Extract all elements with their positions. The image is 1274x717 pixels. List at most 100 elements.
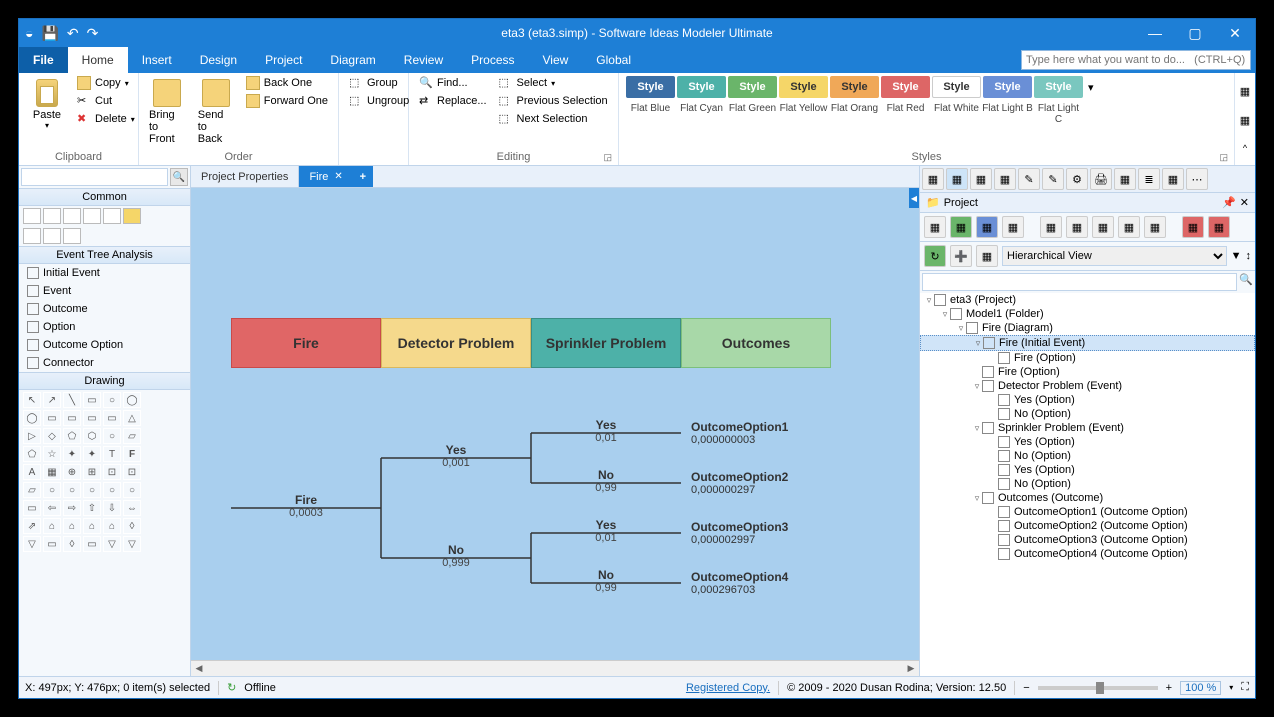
menu-project[interactable]: Project — [251, 47, 316, 73]
tool-grid[interactable] — [63, 228, 81, 244]
find-button[interactable]: 🔍Find... — [415, 75, 491, 91]
tool-table[interactable] — [43, 228, 61, 244]
panel-close-icon[interactable]: ✕ — [1240, 196, 1249, 209]
tool-icon[interactable]: ▦ — [976, 245, 998, 267]
ptb-icon[interactable]: ▦ — [1208, 216, 1230, 238]
style-flat-blue[interactable]: Style — [626, 76, 675, 98]
rtb-icon[interactable]: ▦ — [994, 168, 1016, 190]
tree-node[interactable]: OutcomeOption4 (Outcome Option) — [920, 547, 1255, 561]
tree-node[interactable]: No (Option) — [920, 477, 1255, 491]
style-flat-white[interactable]: Style — [932, 76, 981, 98]
close-tab-icon[interactable]: ✕ — [334, 171, 342, 182]
new-tab-button[interactable]: + — [353, 166, 373, 187]
rtb-icon[interactable]: 🖨 — [1090, 168, 1112, 190]
ptb-icon[interactable]: ▦ — [1066, 216, 1088, 238]
tree-node[interactable]: ▿Fire (Diagram) — [920, 321, 1255, 335]
rtb-icon[interactable]: ▦ — [946, 168, 968, 190]
eta-tool-item[interactable]: Connector — [19, 354, 190, 372]
tree-node[interactable]: ▿Detector Problem (Event) — [920, 379, 1255, 393]
cut-button[interactable]: ✂Cut — [73, 93, 139, 109]
search-icon[interactable]: 🔍 — [1239, 273, 1253, 291]
tree-node[interactable]: ▿Model1 (Folder) — [920, 307, 1255, 321]
view-mode-select[interactable]: Hierarchical View — [1002, 246, 1227, 266]
paste-button[interactable]: Paste▾ — [25, 75, 69, 134]
style-flat-lightb[interactable]: Style — [983, 76, 1032, 98]
eta-detector-no[interactable]: No0,999 — [416, 543, 496, 569]
rtb-icon[interactable]: ✎ — [1018, 168, 1040, 190]
copy-button[interactable]: Copy ▾ — [73, 75, 139, 91]
eta-tool-item[interactable]: Outcome — [19, 300, 190, 318]
back-one-button[interactable]: Back One — [242, 75, 332, 91]
menu-file[interactable]: File — [19, 47, 68, 73]
eta-tool-item[interactable]: Option — [19, 318, 190, 336]
filter-icon[interactable]: ▼ — [1231, 250, 1242, 262]
rtb-icon[interactable]: ▦ — [970, 168, 992, 190]
search-icon[interactable]: 🔍 — [170, 168, 188, 186]
tree-node[interactable]: ▿Fire (Initial Event) — [920, 335, 1255, 351]
tool-note[interactable] — [123, 208, 141, 224]
ribbon-extra-icon[interactable]: ▦ — [1240, 85, 1250, 98]
style-flat-cyan[interactable]: Style — [677, 76, 726, 98]
close-button[interactable]: ✕ — [1215, 25, 1255, 42]
eta-header-fire[interactable]: Fire — [231, 318, 381, 368]
drawing-header[interactable]: Drawing — [19, 372, 190, 390]
menu-review[interactable]: Review — [390, 47, 457, 73]
save-icon[interactable]: 💾 — [41, 25, 58, 42]
tool-text[interactable] — [83, 208, 101, 224]
style-flat-lightc[interactable]: Style — [1034, 76, 1083, 98]
ptb-icon[interactable]: ▦ — [976, 216, 998, 238]
project-tree[interactable]: ▿eta3 (Project)▿Model1 (Folder)▿Fire (Di… — [920, 293, 1255, 676]
tree-node[interactable]: No (Option) — [920, 449, 1255, 463]
rtb-icon[interactable]: ✎ — [1042, 168, 1064, 190]
ptb-icon[interactable]: ▦ — [1040, 216, 1062, 238]
menu-insert[interactable]: Insert — [128, 47, 186, 73]
outcome-2[interactable]: OutcomeOption20,000000297 — [691, 470, 788, 496]
menu-design[interactable]: Design — [186, 47, 251, 73]
rtb-icon[interactable]: ▦ — [1114, 168, 1136, 190]
ungroup-button[interactable]: ⬚Ungroup — [345, 93, 413, 109]
rtb-more-icon[interactable]: ⋯ — [1186, 168, 1208, 190]
toolbox-search[interactable] — [21, 168, 168, 186]
tree-node[interactable]: Fire (Option) — [920, 351, 1255, 365]
zoom-out-icon[interactable]: − — [1023, 682, 1029, 694]
tree-node[interactable]: Fire (Option) — [920, 365, 1255, 379]
menu-global[interactable]: Global — [582, 47, 645, 73]
tool-hand[interactable] — [43, 208, 61, 224]
eta-header-outcomes[interactable]: Outcomes — [681, 318, 831, 368]
eta-tool-item[interactable]: Outcome Option — [19, 336, 190, 354]
delete-button[interactable]: ✖Delete ▾ — [73, 111, 139, 127]
tool-container[interactable] — [103, 208, 121, 224]
ptb-icon[interactable]: ▦ — [1092, 216, 1114, 238]
styles-launcher-icon[interactable]: ◲ — [1219, 152, 1228, 163]
canvas[interactable]: Fire Detector Problem Sprinkler Problem … — [191, 188, 919, 660]
select-button[interactable]: ⬚Select ▾ — [495, 75, 612, 91]
redo-icon[interactable]: ↷ — [87, 25, 99, 42]
tab-project-properties[interactable]: Project Properties — [191, 166, 299, 187]
tree-node[interactable]: ▿Sprinkler Problem (Event) — [920, 421, 1255, 435]
refresh-icon[interactable]: ↻ — [924, 245, 946, 267]
tree-node[interactable]: Yes (Option) — [920, 393, 1255, 407]
sync-icon[interactable]: ↻ — [227, 681, 236, 694]
rtb-icon[interactable]: ⚙ — [1066, 168, 1088, 190]
eta-sprinkler-no1[interactable]: No0,99 — [566, 468, 646, 494]
eta-header-detector[interactable]: Detector Problem — [381, 318, 531, 368]
zoom-value[interactable]: 100 % — [1180, 681, 1221, 695]
tree-node[interactable]: ▿Outcomes (Outcome) — [920, 491, 1255, 505]
maximize-button[interactable]: ▢ — [1175, 25, 1215, 42]
style-flat-yellow[interactable]: Style — [779, 76, 828, 98]
menu-diagram[interactable]: Diagram — [316, 47, 389, 73]
rtb-icon[interactable]: ▦ — [922, 168, 944, 190]
ribbon-collapse-icon[interactable]: ^ — [1243, 143, 1247, 153]
ptb-icon[interactable]: ▦ — [1118, 216, 1140, 238]
rtb-icon[interactable]: ≣ — [1138, 168, 1160, 190]
tree-node[interactable]: OutcomeOption1 (Outcome Option) — [920, 505, 1255, 519]
project-search[interactable] — [922, 273, 1237, 291]
undo-icon[interactable]: ↶ — [67, 25, 79, 42]
style-more-icon[interactable]: ▾ — [1084, 75, 1098, 99]
eta-detector-yes[interactable]: Yes0,001 — [416, 443, 496, 469]
panel-collapse-icon[interactable]: ◀ — [909, 188, 919, 208]
tab-fire[interactable]: Fire✕ — [299, 166, 352, 187]
group-button[interactable]: ⬚Group — [345, 75, 413, 91]
send-to-back-button[interactable]: Send to Back — [194, 75, 238, 149]
fullscreen-icon[interactable]: ⛶ — [1241, 681, 1249, 694]
